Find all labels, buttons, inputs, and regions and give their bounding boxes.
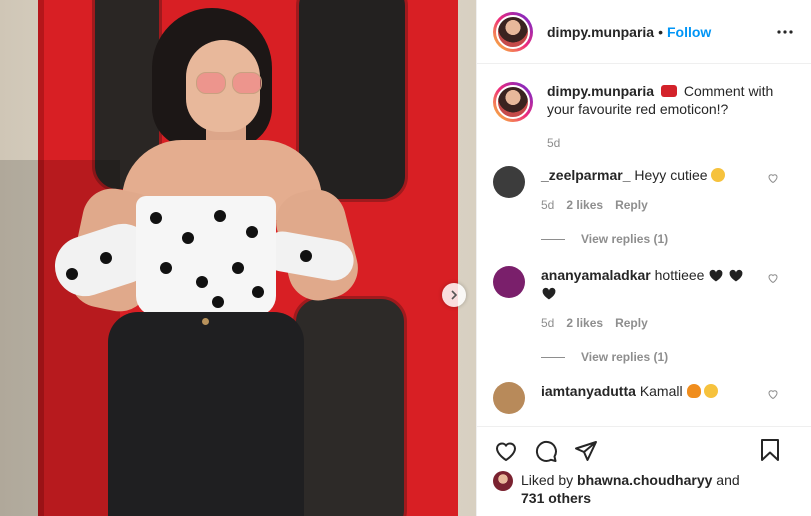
comment-meta: 5d 2 likes Reply <box>541 196 753 214</box>
heart-eyes-emoji-icon <box>704 384 719 398</box>
comment-username[interactable]: _zeelparmar_ <box>541 167 631 183</box>
avatar-image <box>496 85 530 119</box>
likes-others[interactable]: 731 others <box>521 490 591 506</box>
post-photo[interactable] <box>0 0 476 516</box>
likes-and: and <box>716 472 740 488</box>
polka-dot <box>232 262 244 274</box>
comment-likes[interactable]: 2 likes <box>566 314 603 332</box>
comment-username[interactable]: iamtanyadutta <box>541 383 636 399</box>
likes-summary: Liked by bhawna.choudharyy and 731 other… <box>493 471 795 507</box>
polka-dot <box>300 250 312 262</box>
polka-dot <box>212 296 224 308</box>
comment-heart-icon[interactable] <box>767 388 779 400</box>
comment-heart-icon[interactable] <box>767 272 779 284</box>
likes-text: Liked by bhawna.choudharyy and 731 other… <box>521 471 740 507</box>
polka-dot <box>66 268 78 280</box>
reply-button[interactable]: Reply <box>615 196 648 214</box>
post-header: dimpy.munparia • Follow <box>477 0 811 64</box>
person-figure <box>0 0 476 516</box>
telephone-emoji-icon <box>660 85 677 97</box>
jeans-button <box>202 318 209 325</box>
replies-divider <box>541 356 565 358</box>
polka-dot <box>196 276 208 288</box>
header-separator: • <box>658 23 663 40</box>
liker-avatar[interactable] <box>493 471 513 491</box>
comment-username[interactable]: ananyamaladkar <box>541 267 651 283</box>
caption-timestamp[interactable]: 5d <box>547 136 795 150</box>
reply-button[interactable]: Reply <box>615 314 648 332</box>
comment-time[interactable]: 5d <box>541 314 554 332</box>
caption-username[interactable]: dimpy.munparia <box>547 83 654 99</box>
comment-likes[interactable]: 2 likes <box>566 196 603 214</box>
polka-dot <box>160 262 172 274</box>
post-side-panel: dimpy.munparia • Follow dimpy.munparia C… <box>476 0 811 516</box>
avatar-image <box>496 14 530 49</box>
black-jeans <box>108 312 304 516</box>
view-replies-label: View replies (1) <box>581 350 669 364</box>
bookmark-icon <box>761 439 779 461</box>
polka-dot <box>246 226 258 238</box>
polka-dot <box>182 232 194 244</box>
heart-icon <box>495 442 517 462</box>
black-heart-emoji-icon <box>709 269 723 282</box>
commenter-avatar[interactable] <box>493 266 525 298</box>
polka-dot <box>252 286 264 298</box>
more-options-button[interactable] <box>775 22 795 42</box>
comment-item: _zeelparmar_ Heyy cutiee 5d 2 likes Repl… <box>493 166 795 214</box>
caption-text: dimpy.munparia Comment with your favouri… <box>547 82 795 122</box>
comments-section[interactable]: dimpy.munparia Comment with your favouri… <box>477 64 811 426</box>
black-heart-emoji-icon <box>542 287 556 300</box>
share-button[interactable] <box>573 438 599 464</box>
comment-item: iamtanyadutta Kamall <box>493 382 795 414</box>
comment-icon <box>535 440 557 462</box>
comment-body: _zeelparmar_ Heyy cutiee 5d 2 likes Repl… <box>541 166 753 214</box>
follow-button[interactable]: Follow <box>667 24 711 40</box>
comment-item: ananyamaladkar hottieee 5d 2 likes Reply <box>493 266 795 332</box>
commenter-avatar[interactable] <box>493 166 525 198</box>
comment-body: ananyamaladkar hottieee 5d 2 likes Reply <box>541 266 753 332</box>
author-username[interactable]: dimpy.munparia <box>547 24 654 40</box>
fire-emoji-icon <box>686 384 701 398</box>
polka-dot <box>214 210 226 222</box>
comment-time[interactable]: 5d <box>541 196 554 214</box>
replies-divider <box>541 238 565 240</box>
polka-dot <box>150 212 162 224</box>
heart-eyes-emoji-icon <box>711 168 726 182</box>
comment-body: iamtanyadutta Kamall <box>541 382 753 414</box>
comment-heart-icon[interactable] <box>767 172 779 184</box>
author-avatar[interactable] <box>493 11 533 52</box>
likes-prefix: Liked by <box>521 472 574 488</box>
black-heart-emoji-icon <box>729 269 743 282</box>
sunglasses <box>196 72 266 94</box>
save-button[interactable] <box>757 437 783 463</box>
chevron-right-icon <box>451 290 458 300</box>
instagram-post: dimpy.munparia • Follow dimpy.munparia C… <box>0 0 811 516</box>
post-actions: Liked by bhawna.choudharyy and 731 other… <box>477 426 811 516</box>
view-replies-label: View replies (1) <box>581 232 669 246</box>
commenter-avatar[interactable] <box>493 382 525 414</box>
polka-dot <box>100 252 112 264</box>
comment-meta: 5d 2 likes Reply <box>541 314 753 332</box>
comment-text: Kamall <box>639 383 683 399</box>
comment-text: hottieee <box>654 267 705 283</box>
share-icon <box>575 441 597 461</box>
view-replies-button[interactable]: View replies (1) <box>541 232 795 246</box>
like-button[interactable] <box>493 438 519 464</box>
more-icon <box>777 30 793 34</box>
next-slide-button[interactable] <box>442 283 466 307</box>
liker-username[interactable]: bhawna.choudharyy <box>577 472 712 488</box>
caption-avatar[interactable] <box>493 82 533 122</box>
view-replies-button[interactable]: View replies (1) <box>541 350 795 364</box>
action-icons <box>493 427 795 471</box>
comment-text: Heyy cutiee <box>634 167 708 183</box>
caption: dimpy.munparia Comment with your favouri… <box>493 64 795 122</box>
comment-button[interactable] <box>533 438 559 464</box>
